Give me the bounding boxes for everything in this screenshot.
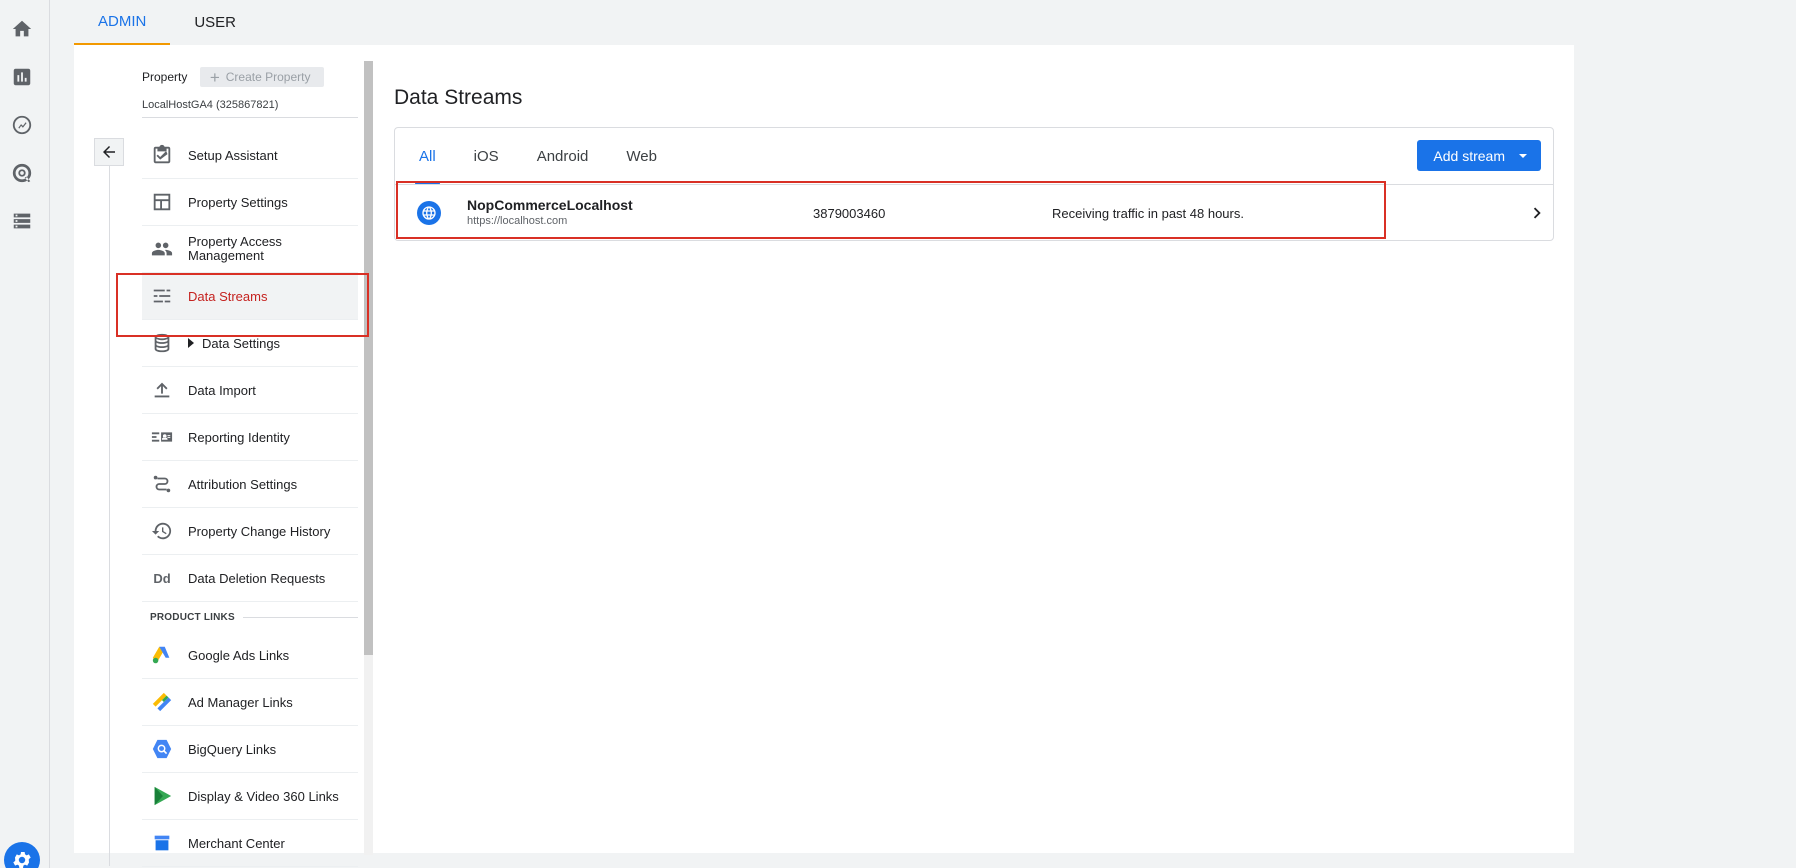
left-rail: [0, 0, 50, 868]
add-stream-button[interactable]: Add stream: [1417, 140, 1541, 171]
nav-label: Setup Assistant: [188, 147, 278, 163]
google-ads-icon: [150, 643, 174, 667]
nav-label: Data Streams: [188, 288, 268, 304]
nav-label: Data Settings: [202, 335, 281, 351]
create-property-button[interactable]: + Create Property: [199, 67, 325, 87]
nav-label: Data Import: [188, 382, 256, 398]
nav-divider: [109, 166, 110, 866]
nav-data-streams[interactable]: Data Streams: [142, 273, 358, 320]
nav-reporting-identity[interactable]: Reporting Identity: [142, 414, 358, 461]
nav-label: Merchant Center: [188, 835, 285, 851]
nav-label: Property Change History: [188, 523, 331, 539]
nav-scrollbar-track[interactable]: [364, 655, 373, 855]
nav-label: Property Settings: [188, 194, 288, 210]
configure-icon[interactable]: [10, 209, 34, 233]
stream-id: 3879003460: [813, 206, 886, 221]
nav-property-access-management[interactable]: Property Access Management: [142, 226, 358, 273]
advertising-icon[interactable]: [10, 161, 34, 185]
table-row[interactable]: NopCommerceLocalhost https://localhost.c…: [395, 184, 1553, 241]
add-stream-label: Add stream: [1433, 147, 1505, 164]
streams-icon: [150, 284, 174, 308]
create-property-label: Create Property: [225, 70, 311, 84]
data-streams-card: All iOS Android Web Add stream NopCommer…: [394, 127, 1554, 241]
property-name: LocalHostGA4 (325867821): [142, 99, 358, 118]
stream-platform-tabs: All iOS Android Web: [395, 128, 681, 184]
bigquery-icon: [150, 737, 174, 761]
back-button[interactable]: [94, 138, 124, 166]
stream-name: NopCommerceLocalhost: [467, 197, 633, 213]
nav-label: Reporting Identity: [188, 429, 290, 445]
nav-label: Google Ads Links: [188, 647, 290, 663]
admin-user-tabs: ADMIN USER: [74, 0, 260, 45]
nav-merchant-center[interactable]: Merchant Center: [142, 820, 358, 867]
stream-status: Receiving traffic in past 48 hours.: [1052, 206, 1244, 221]
nav-label: Display & Video 360 Links: [188, 788, 339, 804]
reports-icon[interactable]: [10, 65, 34, 89]
product-links-heading: PRODUCT LINKS: [142, 602, 358, 632]
globe-icon: [417, 201, 441, 225]
arrow-back-icon: [103, 146, 115, 158]
stream-url: https://localhost.com: [467, 215, 568, 227]
nav-ad-manager-links[interactable]: Ad Manager Links: [142, 679, 358, 726]
nav-attribution-settings[interactable]: Attribution Settings: [142, 461, 358, 508]
nav-label: Property Access Management: [188, 234, 282, 263]
database-icon: [150, 331, 174, 355]
tab-ios[interactable]: iOS: [460, 128, 513, 184]
nav-data-settings[interactable]: Data Settings: [142, 320, 358, 367]
nav-scrollbar-thumb[interactable]: [364, 61, 373, 655]
dv360-icon: [150, 784, 174, 808]
chevron-right-icon[interactable]: [1525, 201, 1549, 225]
nav-label: Attribution Settings: [188, 476, 298, 492]
home-icon[interactable]: [10, 17, 34, 41]
plus-icon: +: [209, 67, 220, 87]
admin-gear-icon[interactable]: [4, 842, 40, 868]
nav-property-change-history[interactable]: Property Change History: [142, 508, 358, 555]
nav-label: Data Deletion Requests: [188, 570, 326, 586]
attribution-icon: [150, 472, 174, 496]
layout-icon: [150, 190, 174, 214]
tab-android[interactable]: Android: [523, 128, 603, 184]
tab-user[interactable]: USER: [170, 0, 260, 45]
nav-label: Ad Manager Links: [188, 694, 293, 710]
nav-data-deletion-requests[interactable]: Dd Data Deletion Requests: [142, 555, 358, 602]
tab-web[interactable]: Web: [612, 128, 671, 184]
property-header: Property + Create Property LocalHostGA4 …: [142, 67, 358, 118]
people-icon: [150, 237, 174, 261]
nav-setup-assistant[interactable]: Setup Assistant: [142, 132, 358, 179]
property-label: Property: [142, 70, 188, 84]
nav-label: BigQuery Links: [188, 741, 277, 757]
dd-icon: Dd: [153, 570, 171, 586]
ad-manager-icon: [150, 690, 174, 714]
page-title: Data Streams: [394, 86, 523, 109]
tab-all[interactable]: All: [405, 128, 450, 184]
history-icon: [150, 519, 174, 543]
dropdown-arrow-icon: [1519, 153, 1527, 158]
explore-icon[interactable]: [10, 113, 34, 137]
nav-google-ads-links[interactable]: Google Ads Links: [142, 632, 358, 679]
expand-caret-icon[interactable]: [188, 338, 194, 348]
identity-icon: [150, 425, 174, 449]
nav-data-import[interactable]: Data Import: [142, 367, 358, 414]
checkbox-icon: [150, 143, 174, 167]
nav-property-settings[interactable]: Property Settings: [142, 179, 358, 226]
tab-admin[interactable]: ADMIN: [74, 0, 171, 45]
admin-panel: Property + Create Property LocalHostGA4 …: [74, 45, 1574, 867]
merchant-center-icon: [150, 831, 174, 855]
property-nav: Setup Assistant Property Settings Proper…: [142, 132, 358, 867]
nav-bigquery-links[interactable]: BigQuery Links: [142, 726, 358, 773]
nav-display-video-360-links[interactable]: Display & Video 360 Links: [142, 773, 358, 820]
upload-icon: [150, 378, 174, 402]
